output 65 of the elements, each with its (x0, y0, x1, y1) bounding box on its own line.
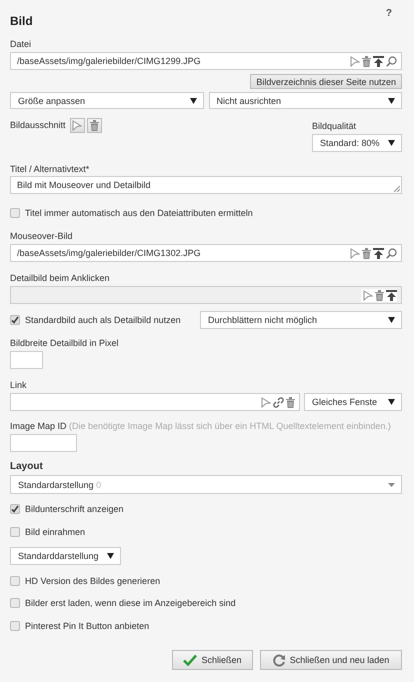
file-path-field[interactable]: /baseAssets/img/galeriebilder/CIMG1299.JPG (10, 52, 402, 70)
dropdown[interactable]: Standarddarstellung (10, 547, 121, 565)
checkbox[interactable] (10, 504, 20, 514)
image-map-input-field[interactable] (10, 434, 77, 452)
close-reload-button[interactable]: Schließen und neu laden (260, 650, 402, 670)
checkbox-label: Pinterest Pin It Button anbieten (25, 621, 150, 631)
help-icon[interactable]: ? (386, 8, 392, 19)
checkbox-label: Standardbild auch als Detailbild nutzen (25, 314, 181, 324)
checkbox[interactable] (10, 527, 20, 537)
section-heading: Layout (10, 461, 44, 473)
upload-icon[interactable] (373, 248, 384, 258)
crop-button[interactable] (70, 118, 85, 132)
checkbox-label: Bilder erst laden, wenn diese im Anzeigebereich sind (25, 598, 236, 608)
caret-icon (388, 482, 395, 486)
checkbox[interactable] (10, 598, 20, 608)
link-icon[interactable] (273, 396, 284, 408)
upload-icon[interactable] (373, 56, 384, 66)
dropdown[interactable]: Nicht ausrichten (208, 92, 402, 109)
cursor-icon[interactable] (350, 56, 360, 66)
use-folder-button[interactable]: Bildverzeichnis dieser Seite nutzen (250, 74, 402, 89)
text-area-field[interactable]: Bild mit Mouseover und Detailbild (10, 176, 402, 194)
field-label: Mouseover-Bild (10, 230, 74, 242)
trash-icon[interactable] (286, 396, 295, 408)
field-label: Bildqualität (312, 120, 358, 132)
caret-icon (388, 399, 395, 405)
cursor-icon[interactable] (350, 248, 360, 258)
cursor-icon[interactable] (261, 396, 271, 408)
field-label: Link (10, 379, 28, 391)
checkbox[interactable] (10, 314, 20, 324)
field-label: Bildausschnitt (10, 120, 66, 130)
field-label: Bildbreite Detailbild in Pixel (10, 337, 120, 349)
checkmark-icon (183, 654, 198, 666)
close-button[interactable]: Schließen (172, 650, 253, 670)
reload-icon (272, 654, 286, 666)
file-path-field[interactable]: /baseAssets/img/galeriebilder/CIMG1302.JPG (10, 244, 402, 262)
dropdown[interactable]: Standard: 80% (312, 134, 402, 152)
field-label: Titel / Alternativtext* (10, 163, 90, 175)
field-label: Detailbild beim Anklicken (10, 272, 111, 284)
search-icon[interactable] (386, 248, 397, 258)
caret-icon (388, 317, 395, 323)
cursor-icon (72, 120, 82, 130)
width-input-field[interactable] (10, 351, 43, 369)
field-label: Datei (10, 38, 32, 50)
delete-crop-button[interactable] (86, 118, 102, 132)
caret-icon (388, 98, 395, 104)
resize-grip-icon[interactable] (393, 185, 400, 192)
search-icon[interactable] (386, 56, 397, 66)
dropdown[interactable]: Größe anpassen (10, 92, 204, 109)
checkbox-label: Bild einrahmen (25, 527, 86, 537)
checkbox-label: HD Version des Bildes generieren (25, 576, 160, 586)
caret-icon (107, 553, 114, 559)
dropdown[interactable]: Gleiches Fenste (304, 393, 402, 411)
checkbox-label: Titel immer automatisch aus den Dateiattributen ermitteln (25, 208, 253, 218)
checkbox[interactable] (10, 576, 20, 586)
dropdown[interactable]: Standardarstellung 0 (10, 475, 402, 494)
trash-icon (90, 120, 99, 130)
link-field[interactable] (10, 393, 300, 411)
dialog-title: Bild (10, 14, 33, 28)
checkbox[interactable] (10, 621, 20, 631)
checkbox[interactable] (10, 208, 20, 218)
dropdown[interactable]: Durchblättern nicht möglich (200, 311, 402, 329)
field-label: Image Map ID (Die benötigte Image Map lässt sich über ein HTML Quelltextelement einbinden.) (10, 420, 392, 432)
checkbox-label: Bildunterschrift anzeigen (25, 504, 124, 514)
caret-icon (388, 140, 395, 146)
caret-icon (190, 98, 196, 104)
